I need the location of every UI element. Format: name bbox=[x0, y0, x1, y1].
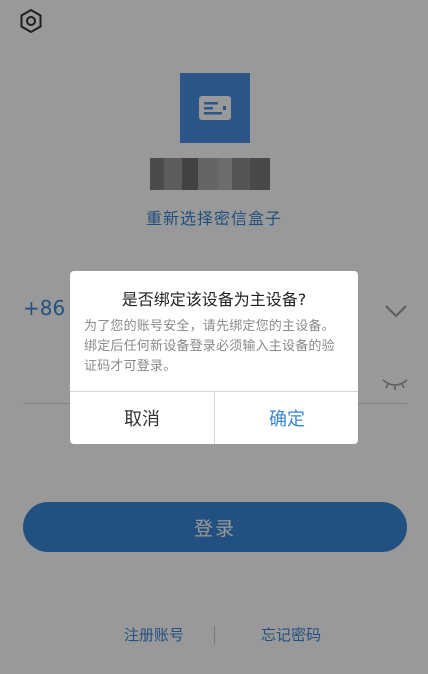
confirm-button[interactable]: 确定 bbox=[215, 392, 358, 444]
dialog-title: 是否绑定该设备为主设备? bbox=[121, 290, 307, 309]
bind-device-dialog: 是否绑定该设备为主设备? 为了您的账号安全，请先绑定您的主设备。绑定后任何新设备… bbox=[70, 271, 358, 444]
dialog-message: 为了您的账号安全，请先绑定您的主设备。绑定后任何新设备登录必须输入主设备的验证码… bbox=[84, 319, 335, 374]
cancel-button[interactable]: 取消 bbox=[70, 392, 214, 444]
